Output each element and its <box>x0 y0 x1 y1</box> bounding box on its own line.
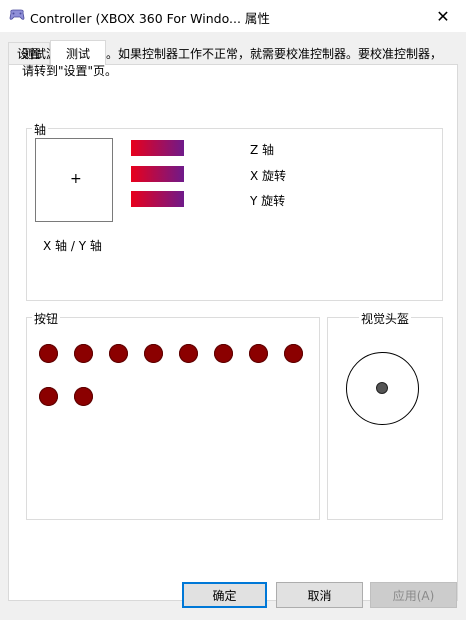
button-indicator-8 <box>284 344 303 363</box>
button-indicator-6 <box>214 344 233 363</box>
button-indicator-7 <box>249 344 268 363</box>
button-indicator-5 <box>179 344 198 363</box>
close-button[interactable]: ✕ <box>420 0 466 32</box>
xy-axis-display: + <box>35 138 113 222</box>
pov-group-label: 视觉头盔 <box>359 310 412 327</box>
ok-button[interactable]: 确定 <box>182 582 267 608</box>
buttons-group-label: 按钮 <box>32 310 61 327</box>
apply-button[interactable]: 应用(A) <box>370 582 457 608</box>
button-indicator-10 <box>74 387 93 406</box>
xy-axis-label: X 轴 / Y 轴 <box>43 239 102 253</box>
button-indicator-1 <box>39 344 58 363</box>
button-indicator-9 <box>39 387 58 406</box>
x-rotation-label: X 旋转 <box>250 169 287 183</box>
button-indicator-4 <box>144 344 163 363</box>
axes-group-label: 轴 <box>32 121 49 138</box>
x-rotation-bar <box>131 166 184 182</box>
y-rotation-bar <box>131 191 184 207</box>
buttons-group <box>26 317 320 520</box>
window-title: Controller (XBOX 360 For Windo... 属性 <box>30 11 270 26</box>
title-bar: Controller (XBOX 360 For Windo... 属性 ✕ <box>0 0 466 32</box>
gamepad-icon <box>9 9 25 20</box>
z-axis-bar <box>131 140 184 156</box>
pov-center-dot <box>376 382 388 394</box>
button-indicator-3 <box>109 344 128 363</box>
pov-hat-display <box>346 352 419 425</box>
crosshair-icon: + <box>70 171 82 187</box>
tab-test[interactable]: 测试 <box>50 40 106 65</box>
z-axis-label: Z 轴 <box>250 143 275 157</box>
button-indicator-2 <box>74 344 93 363</box>
y-rotation-label: Y 旋转 <box>250 194 286 208</box>
cancel-button[interactable]: 取消 <box>276 582 363 608</box>
